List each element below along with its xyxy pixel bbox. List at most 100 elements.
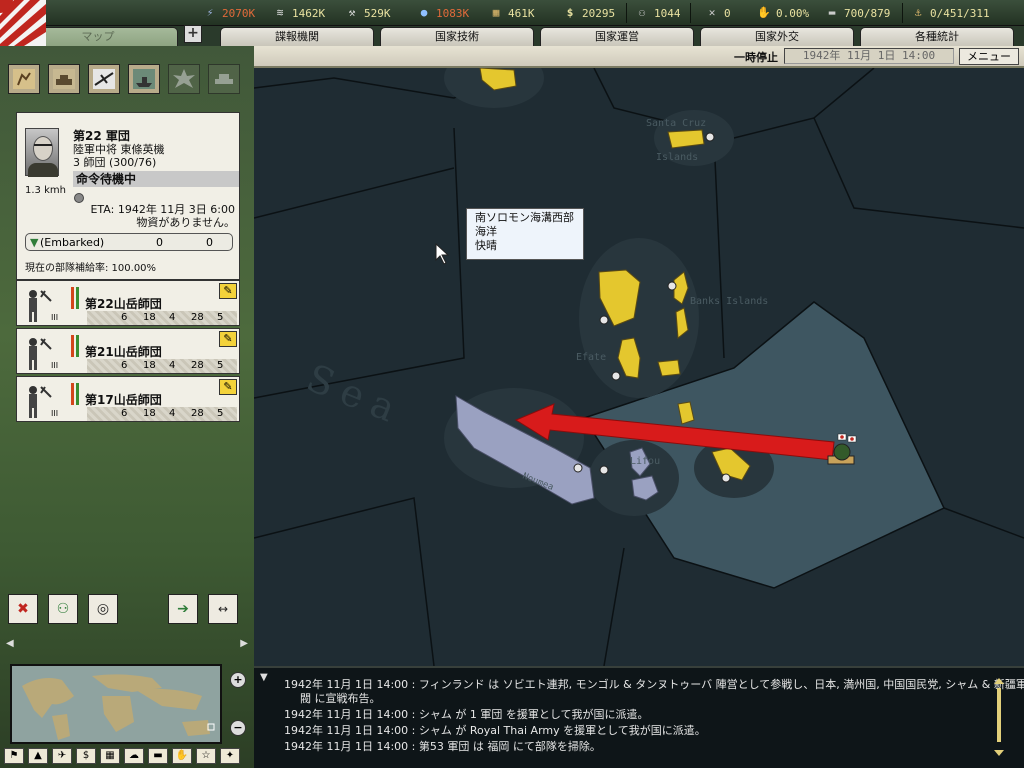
pause-indicator[interactable]: 一時停止 xyxy=(734,49,778,65)
panel-scroll: ◀ ▶ xyxy=(0,638,254,652)
partisan-mode-icon[interactable]: ✋ xyxy=(172,748,192,764)
resource-mode-icon[interactable]: $ xyxy=(76,748,96,764)
pencil-icon[interactable]: ✎ xyxy=(219,283,237,299)
log-entry: 1942年 11月 1日 14:00 : シャム が 1 軍団 を援軍として我が… xyxy=(284,708,649,721)
metal-resource: ≋ 1462K xyxy=(272,4,325,22)
navy-filter-button[interactable] xyxy=(128,64,160,94)
map-mode-bar: ⚑ ▲ ✈ $ ▦ ☁ ▬ ✋ ☆ ✦ xyxy=(4,748,250,764)
red-x-icon: ✖ xyxy=(17,601,29,617)
shield-icon: ▼ xyxy=(30,236,39,249)
convoy-filter-button[interactable] xyxy=(208,64,240,94)
disband-button[interactable]: ✖ xyxy=(8,594,38,624)
division-card[interactable]: III 第22山岳師団 ✎ 6 18 4 28 5 xyxy=(16,280,240,326)
corps-card[interactable]: 第22 軍団 陸軍中将 東條英機 3 師団 (300/76) 1.3 kmh 命… xyxy=(16,112,240,280)
division-tier: III xyxy=(51,409,59,418)
embarked-row: ▼ (Embarked) 0 0 xyxy=(25,233,233,251)
target-button[interactable]: ◎ xyxy=(88,594,118,624)
terrain-mode-icon[interactable]: ▲ xyxy=(28,748,48,764)
embarked-label: (Embarked) xyxy=(40,236,105,249)
tab-management[interactable]: 国家運営 xyxy=(540,27,694,46)
diplomatic-mode-icon[interactable]: ☆ xyxy=(196,748,216,764)
tooltip-region: 南ソロモン海溝西部 xyxy=(475,211,574,224)
log-entry: 1942年 11月 1日 14:00 : シャム が Royal Thai Ar… xyxy=(284,724,706,737)
dissent-icon: ✋ xyxy=(757,6,771,19)
resource-bar: ⚡ 2070K ≋ 1462K ⚒ 529K ● 1083K ▦ 461K $ … xyxy=(0,0,1024,46)
division-name: 第22山岳師団 xyxy=(85,297,162,311)
transfer-button[interactable]: ➔ xyxy=(168,594,198,624)
eta-text: ETA: 1942年 11月 3日 6:00 xyxy=(90,203,235,216)
eta-block: ETA: 1942年 11月 3日 6:00 物資がありません。 xyxy=(90,203,235,229)
strength-bars xyxy=(71,335,81,357)
supply-mode-icon[interactable]: ▦ xyxy=(100,748,120,764)
tab-technology[interactable]: 国家技術 xyxy=(380,27,534,46)
pencil-icon[interactable]: ✎ xyxy=(219,331,237,347)
rising-sun-flag-icon[interactable] xyxy=(0,0,46,46)
division-stats: 6 18 4 28 5 xyxy=(87,407,237,421)
map-label-islands: Islands xyxy=(656,152,698,163)
armor-filter-button[interactable] xyxy=(48,64,80,94)
supply-note: 物資がありません。 xyxy=(136,216,235,229)
orders-status: 命令待機中 xyxy=(73,171,239,187)
division-tier: III xyxy=(51,313,59,322)
tab-intelligence[interactable]: 諜報機関 xyxy=(220,27,374,46)
rare-material-icon: ⚒ xyxy=(348,6,356,19)
minimap[interactable] xyxy=(10,664,222,744)
scroll-right-icon[interactable]: ▶ xyxy=(240,638,248,649)
mountain-infantry-icon xyxy=(29,338,52,370)
air-filter-button[interactable] xyxy=(88,64,120,94)
bird-mode-icon[interactable]: ✈ xyxy=(52,748,72,764)
pencil-icon[interactable]: ✎ xyxy=(219,379,237,395)
infantry-filter-button[interactable] xyxy=(8,64,40,94)
event-log[interactable]: ▼ 1942年 11月 1日 14:00 : フィンランド は ソビエト連邦, … xyxy=(254,666,1024,768)
divider xyxy=(902,3,903,23)
transport-stat: ▬ 700/879 xyxy=(824,4,891,22)
tab-statistics[interactable]: 各種統計 xyxy=(860,27,1014,46)
oil-icon: ● xyxy=(420,6,428,19)
flag-mode-icon[interactable]: ⚑ xyxy=(4,748,24,764)
energy-resource: ⚡ 2070K xyxy=(202,4,255,22)
map-label-banks-islands: Banks Islands xyxy=(690,296,768,307)
oil-resource: ● 1083K xyxy=(416,4,469,22)
crate-arrow-icon: ➔ xyxy=(177,601,189,617)
ship-icon xyxy=(133,69,155,89)
log-scrollbar[interactable] xyxy=(994,678,1004,756)
division-stats: 6 18 4 28 5 xyxy=(87,311,237,325)
infra-mode-icon[interactable]: ▬ xyxy=(148,748,168,764)
zoom-in-button[interactable]: + xyxy=(230,672,246,688)
strength-bars xyxy=(71,287,81,309)
map-view[interactable]: Santa Cruz Islands Banks Islands Efate L… xyxy=(254,68,1024,666)
infantry-icon xyxy=(13,69,35,89)
divider xyxy=(626,3,627,23)
weather-mode-icon[interactable]: ☁ xyxy=(124,748,144,764)
tooltip-terrain: 海洋 xyxy=(475,225,497,238)
status-row: 一時停止 1942年 11月 1日 14:00 メニュー xyxy=(254,46,1024,68)
game-date: 1942年 11月 1日 14:00 xyxy=(784,48,954,64)
zoom-out-button[interactable]: − xyxy=(230,720,246,736)
admin-mode-icon[interactable]: ✦ xyxy=(220,748,240,764)
metal-icon: ≋ xyxy=(276,6,284,19)
scroll-left-icon[interactable]: ◀ xyxy=(6,638,14,649)
division-tier: III xyxy=(51,361,59,370)
crossed-swords-icon: ✕ xyxy=(708,6,716,19)
log-collapse-icon[interactable]: ▼ xyxy=(260,672,268,683)
log-entry: 1942年 11月 1日 14:00 : フィンランド は ソビエト連邦, モン… xyxy=(284,678,1024,691)
province-tooltip: 南ソロモン海溝西部 海洋 快晴 xyxy=(466,208,584,260)
map-canvas[interactable]: Santa Cruz Islands Banks Islands Efate L… xyxy=(254,68,1024,666)
embarked-value-b: 0 xyxy=(206,236,213,249)
reorganize-button[interactable]: ⚇ xyxy=(48,594,78,624)
map-label-efate: Efate xyxy=(576,352,606,363)
menu-button[interactable]: メニュー xyxy=(959,48,1019,65)
map-label-lifou: Lifou xyxy=(630,456,660,467)
corps-composition: 3 師団 (300/76) xyxy=(73,156,157,169)
explosion-filter-button[interactable] xyxy=(168,64,200,94)
division-card[interactable]: III 第21山岳師団 ✎ 6 18 4 28 5 xyxy=(16,328,240,374)
commander-portrait[interactable] xyxy=(25,128,59,177)
tab-diplomacy[interactable]: 国家外交 xyxy=(700,27,854,46)
mountain-infantry-icon xyxy=(29,386,52,418)
division-card[interactable]: III 第17山岳師団 ✎ 6 18 4 28 5 xyxy=(16,376,240,422)
split-button[interactable]: ↔ xyxy=(208,594,238,624)
supply-rate: 現在の部隊補給率: 100.00% xyxy=(25,263,157,274)
supplies-icon: ▦ xyxy=(492,6,500,19)
plus-icon[interactable]: + xyxy=(184,25,202,43)
convoy-ship-icon xyxy=(215,74,233,84)
